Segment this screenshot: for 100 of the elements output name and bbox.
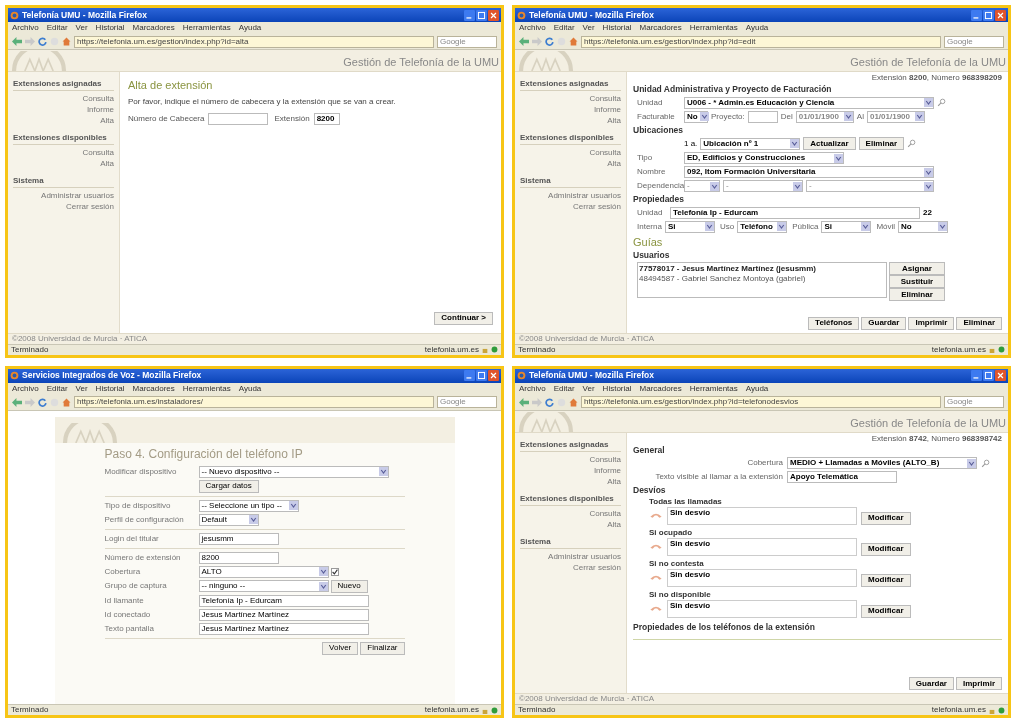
sidebar-link[interactable]: Consulta [589,453,621,465]
minimize-icon[interactable] [971,9,982,21]
back-arrow-icon[interactable] [12,37,22,46]
button[interactable]: Modificar [861,511,911,525]
button[interactable]: Finalizar [360,641,405,655]
search-field[interactable]: Google [944,35,1004,48]
sidebar-link[interactable]: Consulta [589,147,621,158]
reload-icon[interactable] [545,37,554,46]
button[interactable]: Imprimir [956,677,1002,690]
close-icon[interactable] [488,9,499,21]
button[interactable]: Continuar > [434,311,493,325]
button[interactable]: Modificar [861,542,911,556]
input-field[interactable] [208,113,269,125]
sidebar-link[interactable]: Alta [607,158,621,169]
input-field[interactable]: Jesus Martínez Martínez [198,622,369,635]
maximize-icon[interactable] [983,370,994,381]
menu-item[interactable]: Historial [95,24,125,32]
sidebar-link[interactable]: Administrar usuarios [41,190,114,201]
select-field[interactable]: Si [821,220,872,233]
button[interactable]: Nuevo [330,579,368,593]
select-field[interactable]: - [806,180,934,192]
maximize-icon[interactable] [983,9,994,21]
button[interactable]: Asignar [889,262,945,275]
input-field[interactable]: Apoyo Telemática [787,471,897,483]
select-field[interactable]: Default [198,513,259,526]
button[interactable]: Guardar [861,316,907,330]
input-field[interactable] [747,110,778,123]
button[interactable]: Modificar [861,604,911,618]
select-field[interactable]: Ubicación nº 1 [700,137,801,150]
users-list[interactable]: 77578017 - Jesus Martínez Martínez (jesusmm) 48494587 - Gabriel Sanchez Montoya (gabriel) [637,262,887,298]
close-icon[interactable] [995,370,1006,381]
menu-item[interactable]: Marcadores [639,24,682,32]
select-field[interactable]: -- Seleccione un tipo -- [198,499,299,512]
search-field[interactable]: Google [437,35,497,48]
back-arrow-icon[interactable] [519,397,529,407]
sidebar-link[interactable]: Cerrar sesión [66,201,114,212]
menu-item[interactable]: Marcadores [639,384,682,393]
sidebar-link[interactable]: Alta [100,158,114,169]
home-icon[interactable] [569,37,578,46]
menu-item[interactable]: Ayuda [238,384,262,393]
select-field[interactable]: - [723,180,803,192]
sidebar-link[interactable]: Consulta [589,507,621,519]
select-field[interactable]: ED, Edificios y Construcciones [684,152,844,164]
button[interactable]: Eliminar [858,137,905,150]
sidebar-link[interactable]: Informe [593,104,621,115]
sidebar-link[interactable]: Cerrar sesión [573,201,621,212]
maximize-icon[interactable] [476,370,487,381]
address-field[interactable]: https://telefonia.um.es/instaladores/ [74,396,434,408]
select-field[interactable]: 01/01/1900 [795,110,854,123]
back-arrow-icon[interactable] [12,397,22,407]
menu-item[interactable]: Archivo [12,384,39,393]
button[interactable]: Modificar [861,573,911,587]
reload-icon[interactable] [545,397,554,407]
select-field[interactable]: - [684,180,720,192]
home-icon[interactable] [569,397,578,407]
select-field[interactable]: 092, Itom Formación Universitaria [684,166,934,178]
select-field[interactable]: 01/01/1900 [866,110,925,123]
button[interactable]: Guardar [908,677,954,690]
menu-item[interactable]: Marcadores [132,24,175,32]
select-field[interactable]: MEDIO + Llamadas a Móviles (ALTO_B) [787,457,977,469]
menu-item[interactable]: Ver [75,384,88,393]
address-field[interactable]: https://telefonia.um.es/gestion/index.php?id=edit [581,35,941,48]
menu-item[interactable]: Herramientas [182,384,231,393]
button[interactable]: Teléfonos [808,316,860,330]
home-icon[interactable] [62,37,71,46]
menu-item[interactable]: Ver [582,384,595,393]
sidebar-link[interactable]: Consulta [589,93,621,104]
select-field[interactable]: U006 - * Admin.es Educación y Ciencia [684,96,934,109]
input-field[interactable]: jesusmm [198,532,279,545]
menu-item[interactable]: Historial [95,384,125,393]
list-item[interactable]: 77578017 - Jesus Martínez Martínez (jesusmm) [639,264,885,274]
select-field[interactable]: -- Nuevo dispositivo -- [198,465,389,478]
sidebar-link[interactable]: Cerrar sesión [573,561,621,573]
back-arrow-icon[interactable] [519,37,529,46]
menu-item[interactable]: Editar [46,384,68,393]
close-icon[interactable] [488,370,499,381]
sidebar-link[interactable]: Administrar usuarios [548,190,621,201]
menu-item[interactable]: Ayuda [238,24,262,32]
button[interactable]: Eliminar [889,288,945,301]
select-field[interactable]: ALTO [198,565,329,578]
sidebar-link[interactable]: Alta [100,115,114,126]
menu-item[interactable]: Marcadores [132,384,175,393]
menu-item[interactable]: Ayuda [745,24,769,32]
close-icon[interactable] [995,9,1006,21]
menu-item[interactable]: Archivo [12,24,39,32]
menu-item[interactable]: Herramientas [689,384,738,393]
button[interactable]: Imprimir [908,316,955,330]
menu-item[interactable]: Ver [582,24,595,32]
minimize-icon[interactable] [464,370,475,381]
checkbox[interactable] [330,567,339,576]
address-field[interactable]: https://telefonia.um.es/gestion/index.php?id=telefonodesvios [581,396,941,408]
input-field[interactable]: Telefonía Ip - Edurcam [198,594,369,607]
sidebar-link[interactable]: Alta [607,115,621,126]
sidebar-link[interactable]: Consulta [82,93,114,104]
reload-icon[interactable] [38,397,47,407]
select-field[interactable]: No [684,110,708,123]
minimize-icon[interactable] [971,370,982,381]
menu-item[interactable]: Herramientas [689,24,738,32]
search-field[interactable]: Google [944,396,1004,408]
menu-item[interactable]: Historial [602,24,632,32]
